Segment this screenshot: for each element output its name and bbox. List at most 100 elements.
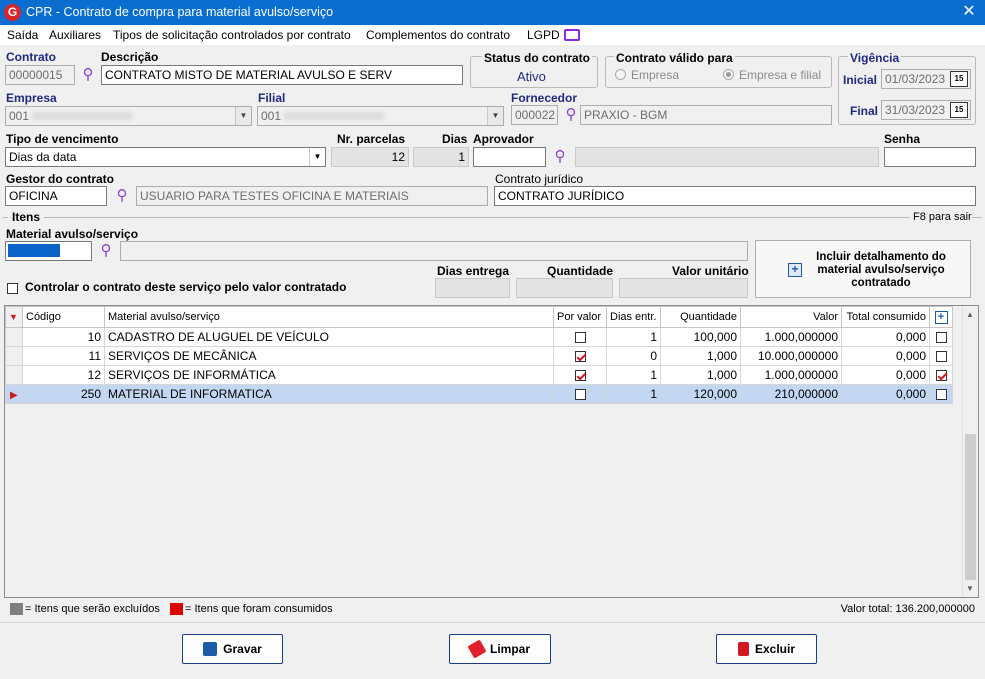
juridico-label: Contrato jurídico	[495, 172, 584, 186]
row-indicator[interactable]	[5, 346, 23, 366]
chevron-down-icon[interactable]: ▼	[487, 107, 503, 125]
f8-hint: F8 para sair	[910, 211, 972, 223]
col-material[interactable]: Material avulso/serviço	[104, 306, 554, 328]
search-material-icon[interactable]: ⚲	[97, 242, 115, 260]
cell-consumido[interactable]	[929, 384, 953, 404]
row-indicator[interactable]	[5, 327, 23, 347]
cell-material: SERVIÇOS DE MECÂNICA	[104, 346, 554, 366]
controlar-checkbox[interactable]	[7, 281, 18, 295]
col-quantidade[interactable]: Quantidade	[660, 306, 741, 328]
menu-tipos-solicitacao[interactable]: Tipos de solicitação controlados por con…	[113, 28, 351, 42]
valor-unitario-field[interactable]	[619, 278, 748, 298]
cell-dias: 0	[606, 346, 661, 366]
cell-valor: 210,000000	[740, 384, 842, 404]
juridico-field[interactable]: CONTRATO JURÍDICO	[494, 186, 976, 206]
cell-consumido[interactable]	[929, 327, 953, 347]
table-row[interactable]: 11 SERVIÇOS DE MECÂNICA 0 1,000 10.000,0…	[5, 346, 953, 366]
menu-lgpd[interactable]: LGPD	[527, 28, 560, 42]
cell-consumido[interactable]	[929, 346, 953, 366]
gestor-label: Gestor do contrato	[6, 172, 115, 186]
aprovador-field[interactable]	[473, 147, 546, 167]
limpar-button[interactable]: Limpar	[449, 634, 551, 664]
scroll-down-icon[interactable]: ▼	[966, 584, 974, 593]
dias-entrega-field[interactable]	[435, 278, 510, 298]
aprovador-label: Aprovador	[473, 132, 534, 146]
descricao-field[interactable]: CONTRATO MISTO DE MATERIAL AVULSO E SERV	[101, 65, 463, 85]
cell-total: 0,000	[841, 327, 930, 347]
incluir-detalhamento-button[interactable]: + Incluir detalhamento do material avuls…	[755, 240, 971, 298]
excluir-button[interactable]: Excluir	[716, 634, 817, 664]
vertical-scrollbar[interactable]: ▲ ▼	[962, 306, 978, 597]
gravar-label: Gravar	[223, 642, 262, 656]
dias-label: Dias	[442, 132, 468, 146]
col-dias-entr[interactable]: Dias entr.	[606, 306, 661, 328]
radio-empresa[interactable]: Empresa	[615, 68, 679, 82]
col-add[interactable]: +	[929, 306, 953, 328]
col-total-consumido[interactable]: Total consumido	[841, 306, 930, 328]
filial-select[interactable]: 001 ▼	[257, 106, 504, 126]
nr-parcelas-field[interactable]: 12	[331, 147, 409, 167]
material-code-field[interactable]	[5, 241, 92, 261]
legend-consumidos: = Itens que foram consumidos	[185, 603, 333, 615]
fornecedor-code-field[interactable]: 000022	[511, 105, 558, 125]
menu-complementos[interactable]: Complementos do contrato	[366, 28, 510, 42]
cell-valor: 1.000,000000	[740, 327, 842, 347]
sort-indicator-icon[interactable]: ▼	[5, 306, 23, 328]
search-aprovador-icon[interactable]: ⚲	[551, 148, 569, 166]
cell-material: MATERIAL DE INFORMATICA	[104, 384, 554, 404]
senha-field[interactable]	[884, 147, 976, 167]
monitor-icon[interactable]	[564, 29, 580, 41]
empresa-select[interactable]: 001 ▼	[5, 106, 252, 126]
limpar-label: Limpar	[489, 642, 530, 656]
table-row[interactable]: 12 SERVIÇOS DE INFORMÁTICA 1 1,000 1.000…	[5, 365, 953, 385]
material-desc-field	[120, 241, 748, 261]
senha-label: Senha	[884, 132, 921, 146]
itens-label: Itens	[8, 210, 45, 224]
gravar-button[interactable]: Gravar	[182, 634, 283, 664]
cell-por-valor[interactable]	[553, 384, 607, 404]
scroll-up-icon[interactable]: ▲	[966, 310, 974, 319]
add-icon[interactable]: +	[934, 310, 948, 324]
vigencia-label: Vigência	[848, 51, 902, 65]
dias-field[interactable]: 1	[413, 147, 469, 167]
current-row-indicator-icon[interactable]: ▶	[5, 384, 23, 404]
chevron-down-icon[interactable]: ▼	[309, 148, 325, 166]
cell-codigo: 10	[22, 327, 105, 347]
search-gestor-icon[interactable]: ⚲	[113, 187, 131, 205]
chevron-down-icon[interactable]: ▼	[235, 107, 251, 125]
cell-por-valor[interactable]	[553, 365, 607, 385]
excluir-label: Excluir	[754, 642, 796, 656]
search-contrato-icon[interactable]: ⚲	[79, 66, 97, 84]
cell-material: CADASTRO DE ALUGUEL DE VEÍCULO	[104, 327, 554, 347]
cell-material: SERVIÇOS DE INFORMÁTICA	[104, 365, 554, 385]
cell-consumido[interactable]	[929, 365, 953, 385]
col-valor[interactable]: Valor	[740, 306, 842, 328]
gestor-field[interactable]: OFICINA	[5, 186, 107, 206]
table-row[interactable]: 10 CADASTRO DE ALUGUEL DE VEÍCULO 1 100,…	[5, 327, 953, 347]
calendar-final-icon[interactable]: 15	[950, 102, 968, 118]
divider	[0, 622, 985, 623]
row-indicator[interactable]	[5, 365, 23, 385]
col-por-valor[interactable]: Por valor	[553, 306, 607, 328]
search-fornecedor-icon[interactable]: ⚲	[562, 106, 580, 124]
eraser-icon	[467, 639, 487, 659]
valor-total: Valor total: 136.200,000000	[840, 603, 975, 615]
menu-auxiliares[interactable]: Auxiliares	[49, 28, 101, 42]
close-icon[interactable]: ✕	[958, 2, 980, 22]
table-row[interactable]: ▶ 250 MATERIAL DE INFORMATICA 1 120,000 …	[5, 384, 953, 404]
tipo-vencimento-select[interactable]: Dias da data ▼	[5, 147, 326, 167]
radio-empresa-filial[interactable]: Empresa e filial	[723, 68, 821, 82]
contrato-field[interactable]: 00000015	[5, 65, 75, 85]
calendar-inicial-icon[interactable]: 15	[950, 71, 968, 87]
menu-saida[interactable]: Saída	[7, 28, 38, 42]
cell-por-valor[interactable]	[553, 327, 607, 347]
cell-quantidade: 100,000	[660, 327, 741, 347]
col-codigo[interactable]: Código	[22, 306, 105, 328]
app-logo-icon: G	[4, 4, 21, 21]
status-value: Ativo	[517, 69, 546, 84]
cell-total: 0,000	[841, 384, 930, 404]
descricao-label: Descrição	[101, 50, 159, 64]
scroll-thumb[interactable]	[965, 434, 976, 580]
cell-por-valor[interactable]	[553, 346, 607, 366]
quantidade-field[interactable]	[516, 278, 613, 298]
